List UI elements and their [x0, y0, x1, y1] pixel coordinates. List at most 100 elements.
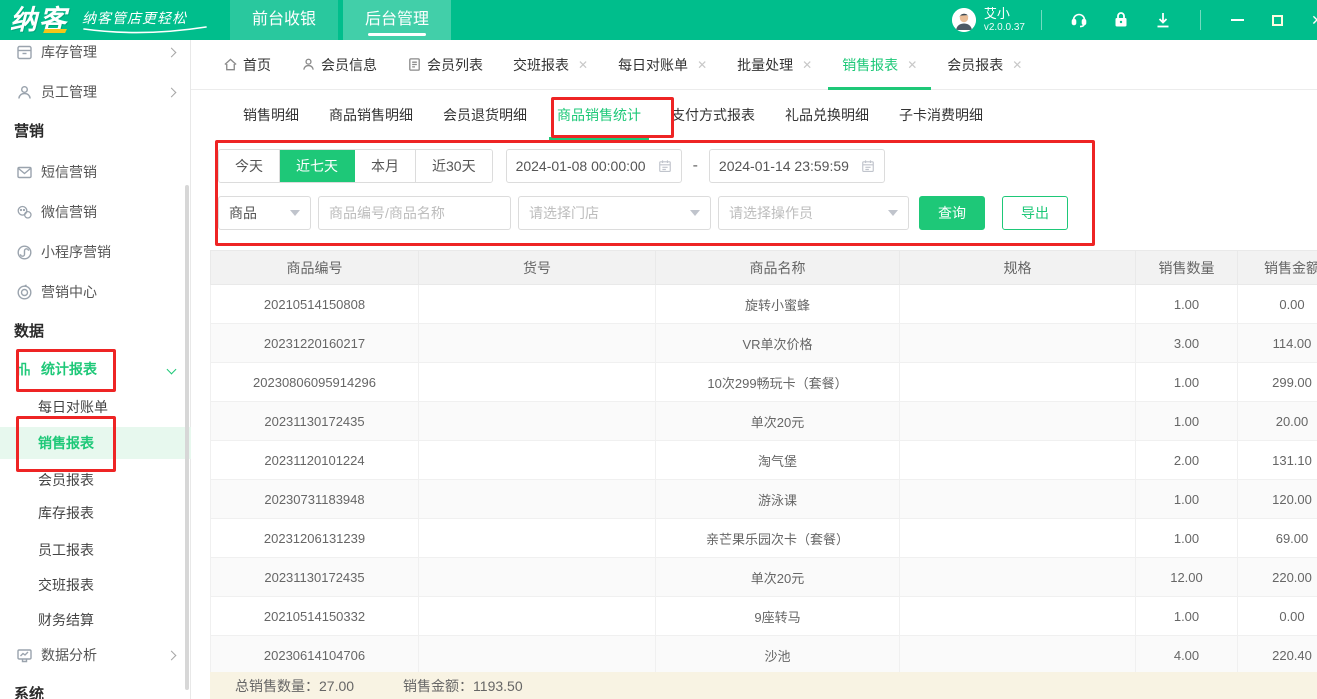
tab-label: 首页	[243, 55, 271, 75]
subtab-subcard-consume-detail[interactable]: 子卡消费明细	[899, 90, 983, 140]
sidebar-item-inventory-mgmt[interactable]: 库存管理	[0, 40, 191, 64]
cell-product-name: 旋转小蜜蜂	[656, 285, 900, 324]
header-right: 艾小 v2.0.0.37 ✕	[952, 0, 1317, 40]
cell-sales-amount: 220.40	[1238, 636, 1317, 675]
avatar[interactable]	[952, 8, 976, 32]
sidebar-item-staff-mgmt[interactable]: 员工管理	[0, 80, 191, 104]
sidebar-item-data-analysis[interactable]: 数据分析	[0, 643, 191, 667]
cell-item-number	[419, 324, 656, 363]
col-product-name: 商品名称	[656, 251, 900, 285]
cell-sales-qty: 12.00	[1136, 558, 1238, 597]
subtab-sales-detail[interactable]: 销售明细	[243, 90, 299, 140]
sidebar-item-sms-marketing[interactable]: 短信营销	[0, 160, 191, 184]
chevron-right-icon	[167, 650, 177, 660]
cell-product-code: 20231206131239	[211, 519, 419, 558]
tab-sales-report[interactable]: 销售报表 ✕	[842, 40, 917, 90]
sidebar-subitem-finance-settlement[interactable]: 财务结算	[0, 608, 191, 632]
minimize-button[interactable]	[1229, 12, 1245, 28]
tab-label: 销售报表	[842, 55, 898, 75]
cell-product-code: 20230731183948	[211, 480, 419, 519]
tab-label: 会员信息	[321, 55, 377, 75]
date-range-separator: -	[693, 157, 698, 175]
subtab-payment-method-report[interactable]: 支付方式报表	[671, 90, 755, 140]
subtab-gift-redeem-detail[interactable]: 礼品兑换明细	[785, 90, 869, 140]
nav-back-admin[interactable]: 后台管理	[343, 0, 451, 40]
user-meta[interactable]: 艾小 v2.0.0.37	[984, 7, 1025, 32]
sidebar-item-stats-report[interactable]: 统计报表	[0, 357, 191, 381]
close-tab-icon[interactable]: ✕	[578, 58, 588, 72]
cell-sales-qty: 1.00	[1136, 402, 1238, 441]
quick-last7days-button[interactable]: 近七天	[280, 150, 355, 182]
tab-shift-report[interactable]: 交班报表 ✕	[513, 40, 588, 90]
staff-icon	[16, 84, 33, 101]
sms-icon	[16, 164, 33, 181]
date-to-input[interactable]: 2024-01-14 23:59:59	[709, 149, 885, 183]
cell-spec	[900, 363, 1136, 402]
close-tab-icon[interactable]: ✕	[802, 58, 812, 72]
app-header: 纳客 纳客管店更轻松 前台收银 后台管理 艾小 v2.0.0.37 ✕	[0, 0, 1317, 40]
close-tab-icon[interactable]: ✕	[697, 58, 707, 72]
cell-item-number	[419, 597, 656, 636]
tab-member-info[interactable]: 会员信息	[301, 40, 377, 90]
cell-product-name: 沙池	[656, 636, 900, 675]
cell-sales-qty: 2.00	[1136, 441, 1238, 480]
search-type-select[interactable]: 商品	[218, 196, 311, 230]
sidebar-subitem-shift-report[interactable]: 交班报表	[0, 573, 191, 597]
tagline-text: 纳客管店更轻松	[82, 8, 208, 28]
support-headset-icon[interactable]	[1070, 11, 1088, 29]
close-tab-icon[interactable]: ✕	[1012, 58, 1022, 72]
close-button[interactable]: ✕	[1309, 12, 1317, 28]
sidebar-item-wechat-marketing[interactable]: 微信营销	[0, 200, 191, 224]
subtab-product-sales-detail[interactable]: 商品销售明细	[329, 90, 413, 140]
subtab-product-sales-stats[interactable]: 商品销售统计	[557, 90, 641, 140]
subtab-member-refund-detail[interactable]: 会员退货明细	[443, 90, 527, 140]
cell-spec	[900, 636, 1136, 675]
sidebar-item-miniprogram-marketing[interactable]: 小程序营销	[0, 240, 191, 264]
date-from-input[interactable]: 2024-01-08 00:00:00	[506, 149, 682, 183]
maximize-button[interactable]	[1269, 12, 1285, 28]
cell-spec	[900, 480, 1136, 519]
cell-sales-amount: 131.10	[1238, 441, 1317, 480]
operator-select[interactable]: 请选择操作员	[718, 196, 909, 230]
cell-sales-qty: 1.00	[1136, 519, 1238, 558]
sidebar-subitem-daily-statement[interactable]: 每日对账单	[0, 395, 191, 419]
cell-product-name: 亲芒果乐园次卡（套餐）	[656, 519, 900, 558]
sidebar-item-label: 微信营销	[41, 202, 97, 222]
tab-home[interactable]: 首页	[223, 40, 271, 90]
keyword-input[interactable]	[318, 196, 511, 230]
search-type-value: 商品	[229, 203, 257, 223]
sidebar-scrollbar[interactable]	[185, 185, 189, 690]
filter-row-criteria: 商品 请选择门店 请选择操作员 查询 导出	[218, 196, 1068, 230]
cell-product-name: 游泳课	[656, 480, 900, 519]
date-to-value: 2024-01-14 23:59:59	[719, 158, 849, 174]
sidebar-subitem-staff-report[interactable]: 员工报表	[0, 538, 191, 562]
tab-daily-statement[interactable]: 每日对账单 ✕	[618, 40, 707, 90]
tab-batch-process[interactable]: 批量处理 ✕	[737, 40, 812, 90]
nav-front-cashier[interactable]: 前台收银	[230, 0, 338, 40]
sidebar-subitem-inventory-report[interactable]: 库存报表	[0, 501, 191, 525]
table-row: 202105141503329座转马1.000.00	[211, 597, 1317, 636]
quick-today-button[interactable]: 今天	[219, 150, 280, 182]
cell-item-number	[419, 558, 656, 597]
product-sales-table: 商品编号 货号 商品名称 规格 销售数量 销售金额 20210514150808…	[210, 250, 1317, 675]
table-row: 20230614104706沙池4.00220.40	[211, 636, 1317, 675]
search-button[interactable]: 查询	[919, 196, 985, 230]
cell-spec	[900, 558, 1136, 597]
export-button[interactable]: 导出	[1002, 196, 1068, 230]
close-tab-icon[interactable]: ✕	[907, 58, 917, 72]
cell-sales-amount: 120.00	[1238, 480, 1317, 519]
store-select[interactable]: 请选择门店	[518, 196, 711, 230]
sidebar-item-marketing-center[interactable]: 营销中心	[0, 280, 191, 304]
cell-sales-amount: 69.00	[1238, 519, 1317, 558]
download-icon[interactable]	[1154, 11, 1172, 29]
sidebar-subitem-sales-report[interactable]: 销售报表	[0, 427, 191, 459]
lock-icon[interactable]	[1112, 11, 1130, 29]
header-divider	[1200, 10, 1201, 30]
cell-item-number	[419, 363, 656, 402]
quick-thismonth-button[interactable]: 本月	[355, 150, 416, 182]
sidebar-subitem-member-report[interactable]: 会员报表	[0, 468, 191, 492]
quick-last30days-button[interactable]: 近30天	[416, 150, 492, 182]
cell-product-code: 20231130172435	[211, 402, 419, 441]
dropdown-arrow-icon	[690, 210, 700, 216]
tab-member-list[interactable]: 会员列表	[407, 40, 483, 90]
